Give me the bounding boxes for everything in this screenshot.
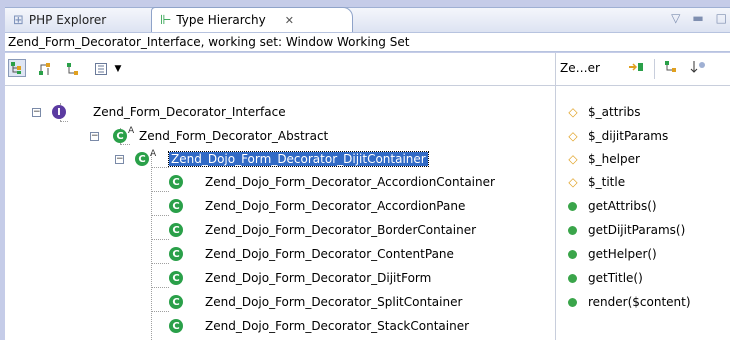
tree-item-label: Zend_Dojo_Form_Decorator_BorderContainer: [205, 223, 477, 237]
member-label: getDijitParams(): [588, 223, 686, 237]
history-list-icon[interactable]: [92, 60, 110, 78]
interface-icon: I: [52, 105, 66, 119]
method-icon: [568, 297, 577, 307]
tree-line: [151, 239, 169, 240]
tree-item-label: Zend_Dojo_Form_Decorator_ContentPane: [205, 247, 454, 261]
class-icon: C: [169, 295, 183, 309]
method-icon: [568, 249, 577, 259]
tree-item-subtype[interactable]: C Zend_Dojo_Form_Decorator_SplitContaine…: [169, 291, 462, 313]
selected-type-label: Zend_Dojo_Form_Decorator_DijitContainer: [168, 151, 429, 167]
members-list: ◇ $_attribs ◇ $_dijitParams ◇ $_helper ◇…: [556, 86, 730, 340]
tree-item-subtype[interactable]: C Zend_Dojo_Form_Decorator_AccordionPane: [169, 195, 465, 217]
tree-line: [151, 263, 169, 264]
type-hierarchy-mode-icon[interactable]: [8, 59, 26, 77]
view-tab-bar: ⊞ PHP Explorer ⊩ Type Hierarchy ✕ ▽ ▬ □: [5, 7, 730, 32]
close-icon[interactable]: ✕: [285, 14, 294, 27]
method-icon: [568, 273, 577, 283]
class-icon: C: [169, 175, 183, 189]
toolbar-separator: [654, 59, 655, 79]
field-icon: ◇: [568, 105, 578, 119]
tree-line: [151, 287, 169, 288]
member-label: getHelper(): [588, 247, 657, 261]
abstract-modifier: A: [150, 149, 157, 159]
class-icon: C: [113, 129, 127, 143]
tree-item-label: Zend_Dojo_Form_Decorator_SplitContainer: [205, 295, 463, 309]
minimize-icon[interactable]: ▬: [692, 11, 703, 25]
member-field[interactable]: ◇ $_dijitParams: [566, 125, 668, 147]
tree-item-label: Zend_Dojo_Form_Decorator_StackContainer: [205, 319, 470, 333]
tree-item-interface[interactable]: − I Zend_Form_Decorator_Interface: [5, 101, 555, 123]
field-icon: ◇: [568, 152, 578, 166]
class-icon: C: [135, 152, 149, 166]
collapse-icon[interactable]: −: [90, 132, 99, 141]
class-icon: C: [169, 247, 183, 261]
members-toolbar: Ze…er: [556, 53, 730, 85]
show-inherited-icon[interactable]: [664, 60, 678, 77]
tree-item-label: Zend_Form_Decorator_Abstract: [139, 129, 329, 143]
subtype-hierarchy-icon[interactable]: [64, 60, 82, 78]
tree-item-label: Zend_Dojo_Form_Decorator_AccordionPane: [205, 199, 466, 213]
tab-label: Type Hierarchy: [176, 13, 266, 27]
member-method[interactable]: getHelper(): [566, 243, 657, 265]
member-label: $_attribs: [588, 105, 641, 119]
collapse-icon[interactable]: −: [32, 108, 41, 117]
tree-line: [151, 215, 169, 216]
view-description: Zend_Form_Decorator_Interface, working s…: [5, 32, 730, 52]
member-method[interactable]: getAttribs(): [566, 195, 657, 217]
member-field[interactable]: ◇ $_title: [566, 171, 625, 193]
member-label: getAttribs(): [588, 199, 657, 213]
field-icon: ◇: [568, 129, 578, 143]
tree-item-label: Zend_Dojo_Form_Decorator_DijitForm: [205, 271, 432, 285]
collapse-icon[interactable]: −: [115, 155, 124, 164]
member-method[interactable]: getTitle(): [566, 267, 643, 289]
sort-members-icon[interactable]: [690, 60, 706, 77]
history-dropdown-icon[interactable]: ▼: [109, 60, 127, 78]
member-field[interactable]: ◇ $_helper: [566, 148, 640, 170]
abstract-modifier: A: [128, 126, 135, 136]
tree-item-subtype[interactable]: C Zend_Dojo_Form_Decorator_BorderContain…: [169, 219, 476, 241]
view-menu-icon[interactable]: ▽: [671, 11, 680, 25]
method-icon: [568, 225, 577, 235]
field-icon: ◇: [568, 175, 578, 189]
php-explorer-icon: ⊞: [13, 12, 24, 28]
maximize-icon[interactable]: □: [716, 11, 727, 25]
tree-item-subtype[interactable]: C Zend_Dojo_Form_Decorator_DijitForm: [169, 267, 431, 289]
member-label: $_title: [588, 175, 626, 189]
type-hierarchy-tree: − I Zend_Form_Decorator_Interface − C A …: [5, 86, 555, 340]
class-icon: C: [169, 271, 183, 285]
tree-item-abstract[interactable]: − C A Zend_Form_Decorator_Abstract: [5, 125, 555, 147]
tree-item-subtype[interactable]: C Zend_Dojo_Form_Decorator_AccordionCont…: [169, 171, 495, 193]
member-label: getTitle(): [588, 271, 643, 285]
view-controls: ▽ ▬ □: [671, 11, 727, 25]
type-hierarchy-icon: ⊩: [160, 12, 172, 28]
members-type-label: Ze…er: [560, 61, 600, 75]
member-method[interactable]: render($content): [566, 291, 691, 313]
member-label: render($content): [588, 295, 691, 309]
tree-line: [151, 311, 169, 312]
tree-line: [151, 154, 152, 340]
lock-view-icon[interactable]: [628, 60, 644, 77]
member-label: $_dijitParams: [588, 129, 669, 143]
tree-item-label: Zend_Form_Decorator_Interface: [93, 105, 286, 119]
tree-line: [151, 191, 169, 192]
tree-item-label: Zend_Dojo_Form_Decorator_AccordionContai…: [205, 175, 495, 189]
class-icon: C: [169, 223, 183, 237]
tree-item-selected[interactable]: − C A Zend_Dojo_Form_Decorator_DijitCont…: [5, 148, 555, 170]
member-field[interactable]: ◇ $_attribs: [566, 101, 641, 123]
tree-item-subtype[interactable]: C Zend_Dojo_Form_Decorator_StackContaine…: [169, 315, 469, 337]
method-icon: [568, 201, 577, 211]
member-label: $_helper: [588, 152, 640, 166]
class-icon: C: [169, 319, 183, 333]
supertype-hierarchy-icon[interactable]: [36, 60, 54, 78]
class-icon: C: [169, 199, 183, 213]
tab-php-explorer[interactable]: ⊞ PHP Explorer: [5, 8, 153, 32]
tab-type-hierarchy[interactable]: ⊩ Type Hierarchy ✕: [151, 7, 353, 32]
tree-item-subtype[interactable]: C Zend_Dojo_Form_Decorator_ContentPane: [169, 243, 454, 265]
member-method[interactable]: getDijitParams(): [566, 219, 685, 241]
tab-label: PHP Explorer: [28, 13, 107, 27]
